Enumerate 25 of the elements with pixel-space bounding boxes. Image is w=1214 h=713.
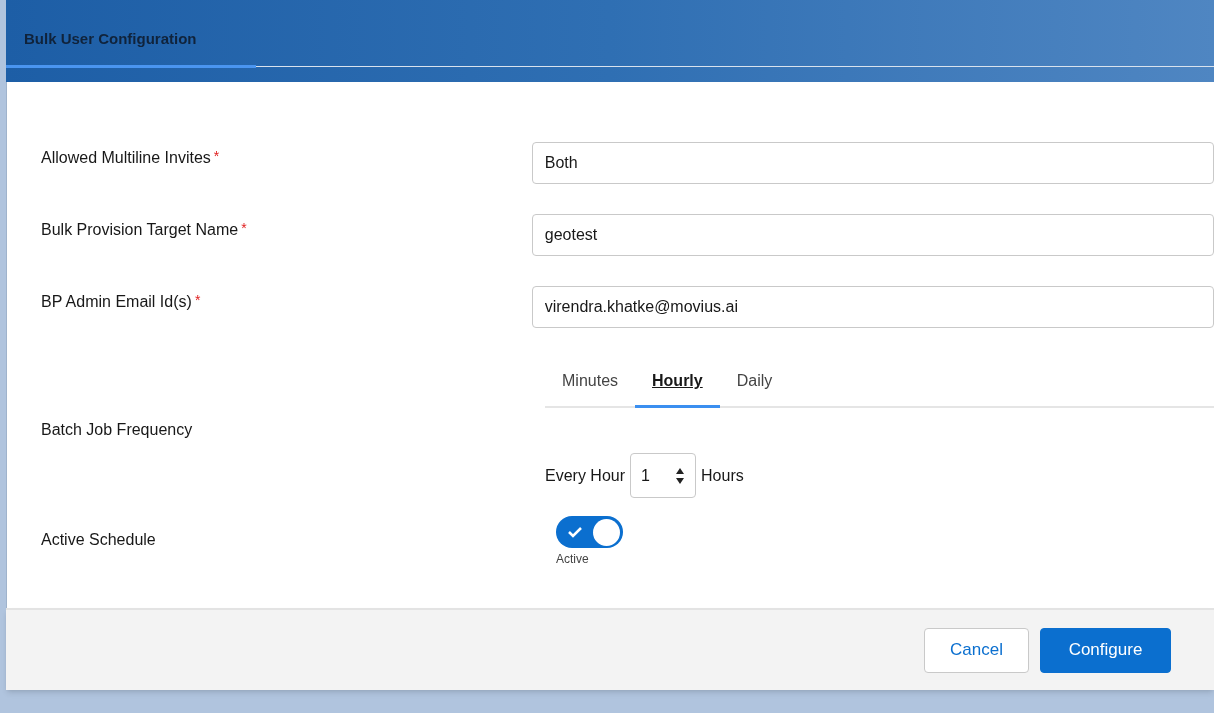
check-icon bbox=[567, 526, 583, 538]
configure-button[interactable]: Configure bbox=[1040, 627, 1171, 673]
toggle-knob bbox=[593, 518, 620, 546]
required-mark: * bbox=[241, 219, 247, 238]
number-stepper[interactable]: 1 bbox=[630, 453, 697, 498]
cancel-button[interactable]: Cancel bbox=[924, 627, 1029, 673]
field-label: Batch Job Frequency bbox=[41, 421, 193, 438]
every-label: Every Hour bbox=[545, 465, 626, 486]
text-field[interactable]: geotest bbox=[531, 214, 1214, 256]
modal-title: Bulk User Configuration bbox=[23, 28, 198, 49]
required-mark: * bbox=[213, 147, 220, 166]
field-label: BP Admin Email Id(s) bbox=[41, 292, 192, 312]
toggle-switch[interactable] bbox=[556, 516, 623, 548]
field-label: Active Schedule bbox=[41, 531, 156, 548]
field-label: Allowed Multiline Invites bbox=[41, 148, 211, 168]
field-label: Bulk Provision Target Name bbox=[41, 220, 239, 240]
toggle-state-label: Active bbox=[556, 551, 589, 568]
frequency-tab[interactable]: Minutes bbox=[545, 369, 636, 408]
unit-label: Hours bbox=[701, 465, 744, 486]
frequency-tab[interactable]: Hourly bbox=[635, 369, 720, 408]
required-mark: * bbox=[194, 291, 201, 310]
stepper-value: 1 bbox=[641, 465, 650, 486]
text-field[interactable]: virendra.khatke@movius.ai bbox=[531, 286, 1214, 328]
text-field[interactable]: Both bbox=[531, 142, 1214, 184]
frequency-tab[interactable]: Daily bbox=[719, 369, 790, 408]
